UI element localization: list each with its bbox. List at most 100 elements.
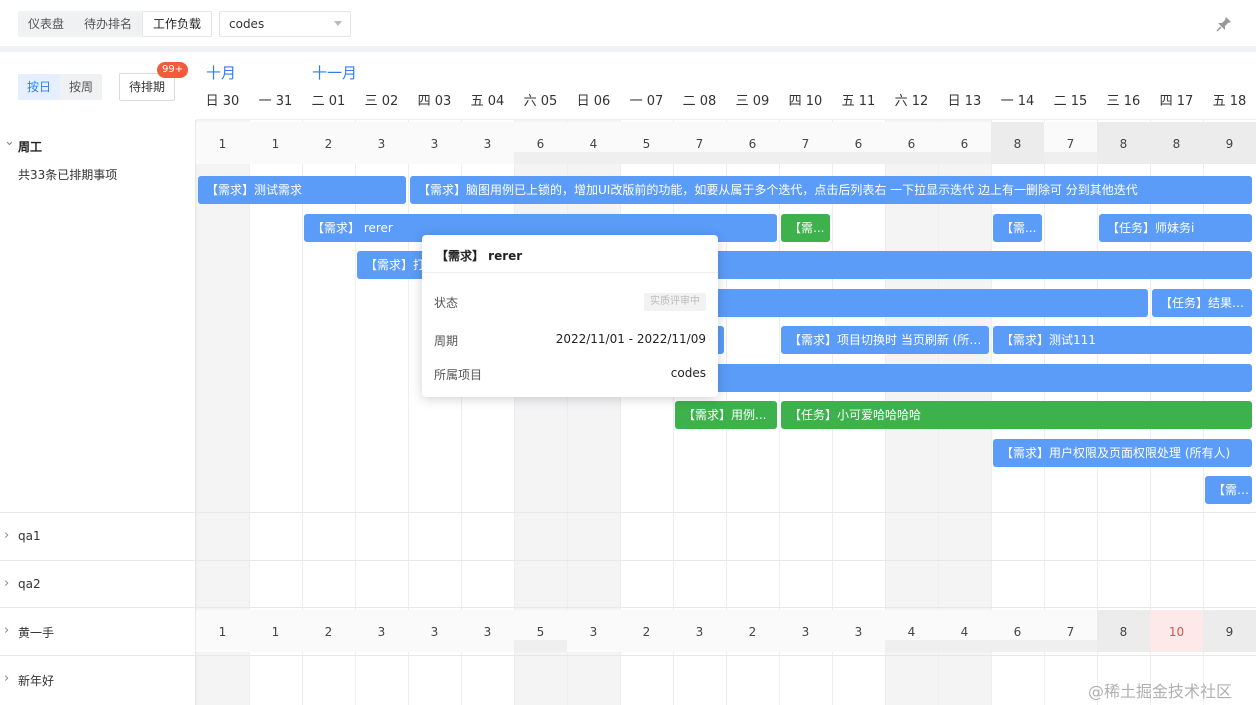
period-value: 2022/11/01 - 2022/11/09: [555, 332, 706, 346]
day-header: 三 09: [735, 94, 770, 109]
chevron-right-icon[interactable]: ›: [4, 623, 9, 638]
day-header: 四 10: [788, 94, 823, 109]
person-name: qa1: [18, 529, 41, 543]
task-bar[interactable]: [675, 363, 1252, 392]
day-header: 日 13: [947, 94, 982, 109]
workload-count: 8: [991, 122, 1044, 164]
workload-count: 6: [991, 610, 1044, 652]
task-bar[interactable]: 【任务】师妹务i: [1099, 213, 1252, 242]
calendar-header: 十月 十一月日 30 一 31 二 01 三 02 四 03 五 04 六 05 日 06 一 0…: [196, 52, 1256, 120]
task-bar[interactable]: 【需求】: [1205, 476, 1252, 504]
popover-title: 【需求】 rerer: [436, 249, 523, 263]
row-divider: [196, 655, 1256, 656]
task-popover: 【需求】 rerer 状态 实质评审中 周期 2022/11/01 - 2022…: [422, 235, 718, 397]
workload-count: 2: [726, 610, 779, 652]
task-bar[interactable]: 【任务】结果干...: [1152, 288, 1252, 317]
workload-count: 2: [620, 610, 673, 652]
workload-count: 3: [355, 122, 408, 164]
task-bar[interactable]: 【需...: [781, 213, 830, 242]
workload-count: 2: [302, 610, 355, 652]
chevron-down-icon[interactable]: ⌄: [4, 134, 15, 149]
granularity-option-1[interactable]: 按周: [60, 74, 102, 100]
chevron-right-icon[interactable]: ›: [4, 576, 9, 591]
workload-count: 3: [832, 610, 885, 652]
row-divider: [0, 655, 196, 656]
watermark: @稀土掘金技术社区: [1088, 682, 1233, 701]
month-label: 十一月: [312, 64, 358, 82]
scheduled-summary: 共33条已排期事项: [18, 168, 118, 182]
workload-count: 1: [249, 122, 302, 164]
workload-count: 7: [1044, 610, 1097, 652]
task-bar[interactable]: 【需求】用例...: [675, 401, 777, 429]
granularity-option-0[interactable]: 按日: [18, 74, 61, 100]
backlog-count-badge: 99+: [157, 62, 189, 78]
workload-count: 3: [408, 610, 461, 652]
task-bar[interactable]: 【需...: [993, 213, 1042, 242]
tab-2[interactable]: 工作负载: [142, 11, 213, 37]
month-label: 十月: [206, 64, 237, 82]
status-label: 状态: [434, 296, 459, 310]
workload-count: 4: [938, 610, 991, 652]
task-bar[interactable]: 【需求】测试需求: [198, 176, 406, 204]
task-bar[interactable]: 【需求】项目切换时 当页刷新 (所有...: [781, 326, 989, 354]
workload-count: 3: [567, 610, 620, 652]
workload-count: 4: [567, 122, 620, 164]
day-header: 三 02: [364, 94, 399, 109]
day-header: 二 08: [682, 94, 717, 109]
left-header: 按日 按周 待排期 99+: [0, 52, 196, 120]
day-header: 五 04: [470, 94, 505, 109]
workload-count: 8: [1097, 122, 1150, 164]
row-divider: [196, 512, 1256, 513]
workload-count: 6: [514, 122, 567, 164]
person-row[interactable]: ⌄ 周工 共33条已排期事项: [0, 120, 196, 182]
workload-count: 7: [673, 122, 726, 164]
workload-count: 3: [461, 610, 514, 652]
row-divider: [0, 607, 196, 608]
task-bar[interactable]: 【需求】用户权限及页面权限处理 (所有人): [993, 438, 1252, 467]
project-select[interactable]: codes: [219, 11, 351, 37]
workload-count: 4: [885, 610, 938, 652]
day-header: 五 11: [841, 94, 876, 109]
person-row[interactable]: › qa2: [0, 560, 196, 606]
chevron-right-icon[interactable]: ›: [4, 528, 9, 543]
workload-app: 仪表盘 待办排名 工作负载 codes 按日 按周 待排期 99+ ⌄ 周工 共33条已排…: [0, 0, 1256, 705]
tab-1[interactable]: 待办排名: [74, 11, 142, 37]
day-header: 六 05: [523, 94, 558, 109]
person-name: 新年好: [18, 674, 55, 688]
workload-count: 7: [779, 122, 832, 164]
chevron-down-icon: [334, 21, 342, 26]
top-bar: 仪表盘 待办排名 工作负载 codes: [0, 0, 1256, 46]
workload-count: 5: [620, 122, 673, 164]
status-badge: 实质评审中: [644, 293, 706, 311]
day-header: 五 18: [1212, 94, 1247, 109]
task-bar[interactable]: 【需求】测试111: [993, 326, 1252, 354]
period-label: 周期: [434, 334, 459, 348]
workload-count: 3: [355, 610, 408, 652]
day-header: 四 03: [417, 94, 452, 109]
workload-count: 3: [779, 610, 832, 652]
person-row[interactable]: › 新年好: [0, 655, 196, 701]
workload-count: 9: [1203, 610, 1256, 652]
task-bar[interactable]: [675, 288, 1148, 317]
person-row[interactable]: › 黄一手: [0, 607, 196, 653]
workload-count: 3: [408, 122, 461, 164]
task-bar[interactable]: 【任务】小可爱哈哈哈哈: [781, 401, 1252, 429]
row-divider: [0, 560, 196, 561]
pin-icon[interactable]: [1216, 16, 1232, 32]
workload-count: 5: [514, 610, 567, 652]
workload-count: 6: [938, 122, 991, 164]
task-bar[interactable]: 【需求】脑图用例已上锁的，增加UI改版前的功能，如要从属于多个迭代，点击后列表右…: [410, 176, 1252, 204]
workload-count: 10: [1150, 610, 1203, 652]
workload-grid: 1 1 2 3 3 3 6 4 5 7 6 7 6 6 6 8 7 8 8 9 1 1 2 3 3 3 5 3 2 3 2 3 3 4 4 6 7 8 10…: [196, 120, 1256, 705]
chevron-right-icon[interactable]: ›: [4, 671, 9, 686]
day-header: 二 01: [311, 94, 346, 109]
day-header: 三 16: [1106, 94, 1141, 109]
workload-count: 2: [302, 122, 355, 164]
workload-count: 6: [885, 122, 938, 164]
day-header: 二 15: [1053, 94, 1088, 109]
tab-0[interactable]: 仪表盘: [18, 11, 74, 37]
person-name: 黄一手: [18, 626, 55, 640]
workload-count: 1: [196, 122, 249, 164]
workload-count: 3: [673, 610, 726, 652]
person-row[interactable]: › qa1: [0, 512, 196, 558]
